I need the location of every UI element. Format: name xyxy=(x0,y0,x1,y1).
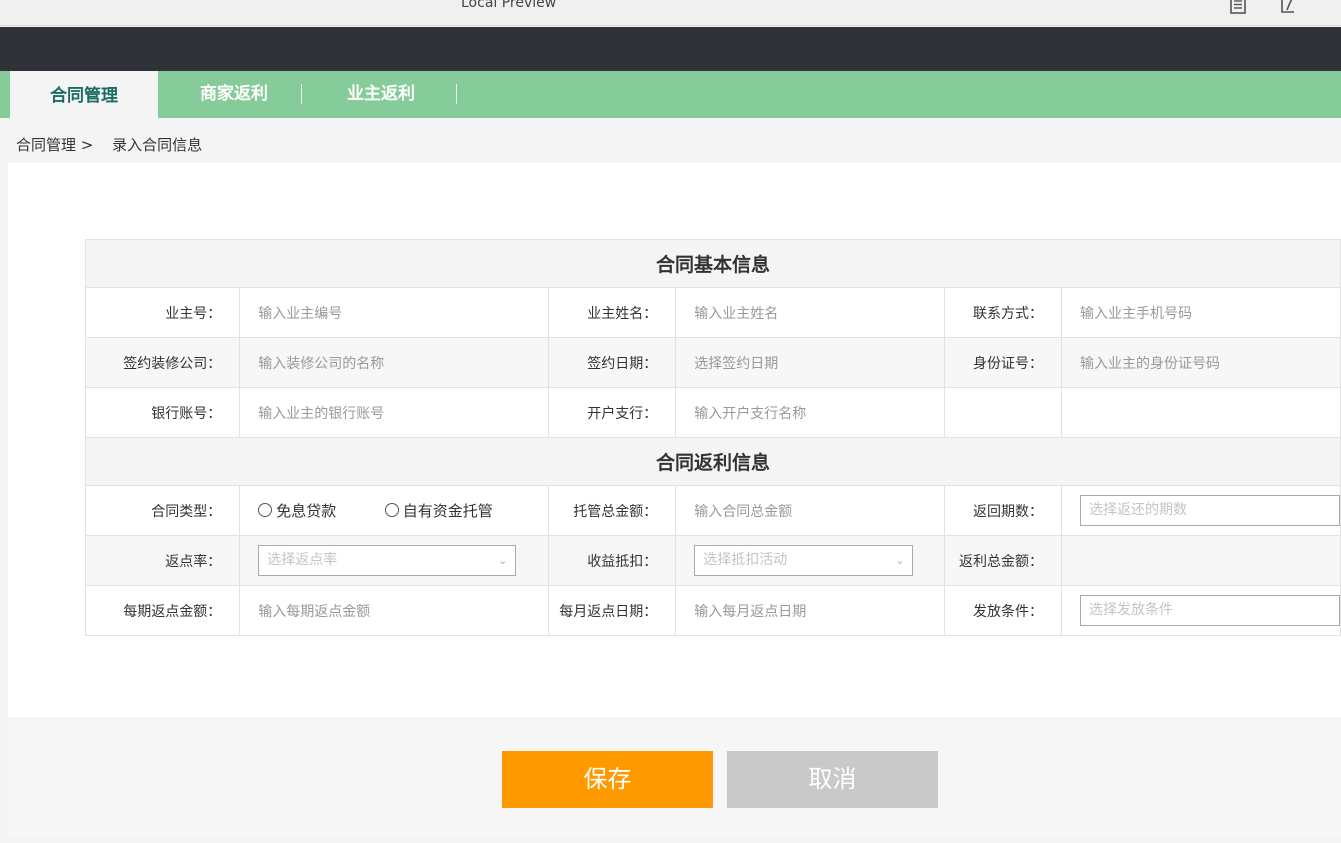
section-title: 合同基本信息 xyxy=(85,239,1341,288)
monthly-date-label: 每月返点日期： xyxy=(548,585,677,636)
form-row: 每期返点金额： 输入每期返点金额 每月返点日期： 输入每月返点日期 发放条件： … xyxy=(84,585,1341,636)
pdf-icon[interactable] xyxy=(1280,0,1298,14)
per-amount-input[interactable]: 输入每期返点金额 xyxy=(239,585,550,636)
tab-merchant-rebate[interactable]: 商家返利 xyxy=(166,71,302,118)
chevron-down-icon: ⌄ xyxy=(498,554,508,567)
condition-label: 发放条件： xyxy=(944,585,1062,636)
rebate-total-value xyxy=(1060,535,1341,586)
save-button[interactable]: 保存 xyxy=(502,751,713,808)
radio-self-fund-trust[interactable]: 自有资金托管 xyxy=(384,500,493,521)
tab-separator xyxy=(456,84,457,104)
rate-label: 返点率： xyxy=(84,535,241,586)
rebate-total-label: 返利总金额： xyxy=(944,535,1062,586)
periods-placeholder: 选择返还的期数 xyxy=(1088,502,1187,518)
trust-amount-input[interactable]: 输入合同总金额 xyxy=(675,485,946,536)
rate-cell: 选择返点率 ⌄ xyxy=(239,535,550,586)
monthly-date-input[interactable]: 输入每月返点日期 xyxy=(675,585,946,636)
periods-cell: 选择返还的期数 xyxy=(1060,485,1341,536)
contract-type-label: 合同类型： xyxy=(84,485,241,536)
deduction-placeholder: 选择抵扣活动 xyxy=(703,552,788,568)
id-no-label: 身份证号： xyxy=(944,337,1062,388)
breadcrumb-current: 录入合同信息 xyxy=(112,136,203,154)
breadcrumb-parent[interactable]: 合同管理 > xyxy=(16,136,93,154)
form-row: 银行账号： 输入业主的银行账号 开户支行： 输入开户支行名称 xyxy=(84,387,1341,438)
radio-label: 免息贷款 xyxy=(276,501,337,520)
tab-contract-management[interactable]: 合同管理 xyxy=(10,71,158,118)
company-input[interactable]: 输入装修公司的名称 xyxy=(239,337,550,388)
bank-branch-label: 开户支行： xyxy=(548,387,677,438)
owner-name-input[interactable]: 输入业主姓名 xyxy=(675,287,946,338)
tab-separator xyxy=(301,84,302,104)
periods-select[interactable]: 选择返还的期数 xyxy=(1079,495,1340,526)
section-title: 合同返利信息 xyxy=(85,437,1341,486)
condition-select[interactable]: 选择发放条件 xyxy=(1079,595,1340,626)
trust-amount-label: 托管总金额： xyxy=(548,485,677,536)
contact-input[interactable]: 输入业主手机号码 xyxy=(1060,287,1341,338)
bank-account-label: 银行账号： xyxy=(84,387,241,438)
breadcrumb: 合同管理 > 录入合同信息 xyxy=(16,134,216,155)
top-dark-bar xyxy=(0,27,1341,71)
main-nav: 合同管理 商家返利 业主返利 xyxy=(0,71,1341,118)
window-titlebar: Local Preview xyxy=(0,0,1341,26)
sign-date-input[interactable]: 选择签约日期 xyxy=(675,337,946,388)
section-header-rebate: 合同返利信息 xyxy=(85,437,1341,486)
owner-name-label: 业主姓名： xyxy=(548,287,677,338)
empty-cell xyxy=(1060,387,1341,438)
form-row: 签约装修公司： 输入装修公司的名称 签约日期： 选择签约日期 身份证号： 输入业… xyxy=(84,337,1341,388)
form-row: 业主号： 输入业主编号 业主姓名： 输入业主姓名 联系方式： 输入业主手机号码 xyxy=(84,287,1341,338)
contact-label: 联系方式： xyxy=(944,287,1062,338)
deduction-cell: 选择抵扣活动 ⌄ xyxy=(675,535,946,586)
condition-cell: 选择发放条件 xyxy=(1060,585,1341,636)
contract-type-options: 免息贷款 自有资金托管 xyxy=(239,485,550,536)
owner-no-input[interactable]: 输入业主编号 xyxy=(239,287,550,338)
radio-interest-free-loan[interactable]: 免息贷款 xyxy=(258,500,336,521)
form-row: 返点率： 选择返点率 ⌄ 收益抵扣： 选择抵扣活动 ⌄ 返利总金额： xyxy=(84,535,1341,586)
owner-no-label: 业主号： xyxy=(84,287,241,338)
rate-placeholder: 选择返点率 xyxy=(267,552,338,568)
cancel-button[interactable]: 取消 xyxy=(727,751,938,808)
form-row: 合同类型： 免息贷款 自有资金托管 托管总金额： 输入合同总金额 返回期数： 选… xyxy=(84,485,1341,536)
deduction-select[interactable]: 选择抵扣活动 ⌄ xyxy=(694,545,914,576)
periods-label: 返回期数： xyxy=(944,485,1062,536)
radio-label: 自有资金托管 xyxy=(402,501,493,520)
rate-select[interactable]: 选择返点率 ⌄ xyxy=(258,545,517,576)
tab-owner-rebate[interactable]: 业主返利 xyxy=(312,71,450,118)
empty-cell xyxy=(944,387,1062,438)
radio-circle-icon xyxy=(384,503,399,518)
section-header-basic: 合同基本信息 xyxy=(85,239,1341,288)
per-amount-label: 每期返点金额： xyxy=(84,585,241,636)
radio-circle-icon xyxy=(258,503,273,518)
condition-placeholder: 选择发放条件 xyxy=(1088,602,1173,618)
document-icon[interactable] xyxy=(1229,0,1247,14)
contract-form-table: 合同基本信息 业主号： 输入业主编号 业主姓名： 输入业主姓名 联系方式： 输入… xyxy=(84,239,1341,636)
bank-branch-input[interactable]: 输入开户支行名称 xyxy=(675,387,946,438)
window-title: Local Preview xyxy=(461,0,557,11)
bank-account-input[interactable]: 输入业主的银行账号 xyxy=(239,387,550,438)
company-label: 签约装修公司： xyxy=(84,337,241,388)
chevron-down-icon: ⌄ xyxy=(895,554,905,567)
id-no-input[interactable]: 输入业主的身份证号码 xyxy=(1060,337,1341,388)
deduction-label: 收益抵扣： xyxy=(548,535,677,586)
sign-date-label: 签约日期： xyxy=(548,337,677,388)
